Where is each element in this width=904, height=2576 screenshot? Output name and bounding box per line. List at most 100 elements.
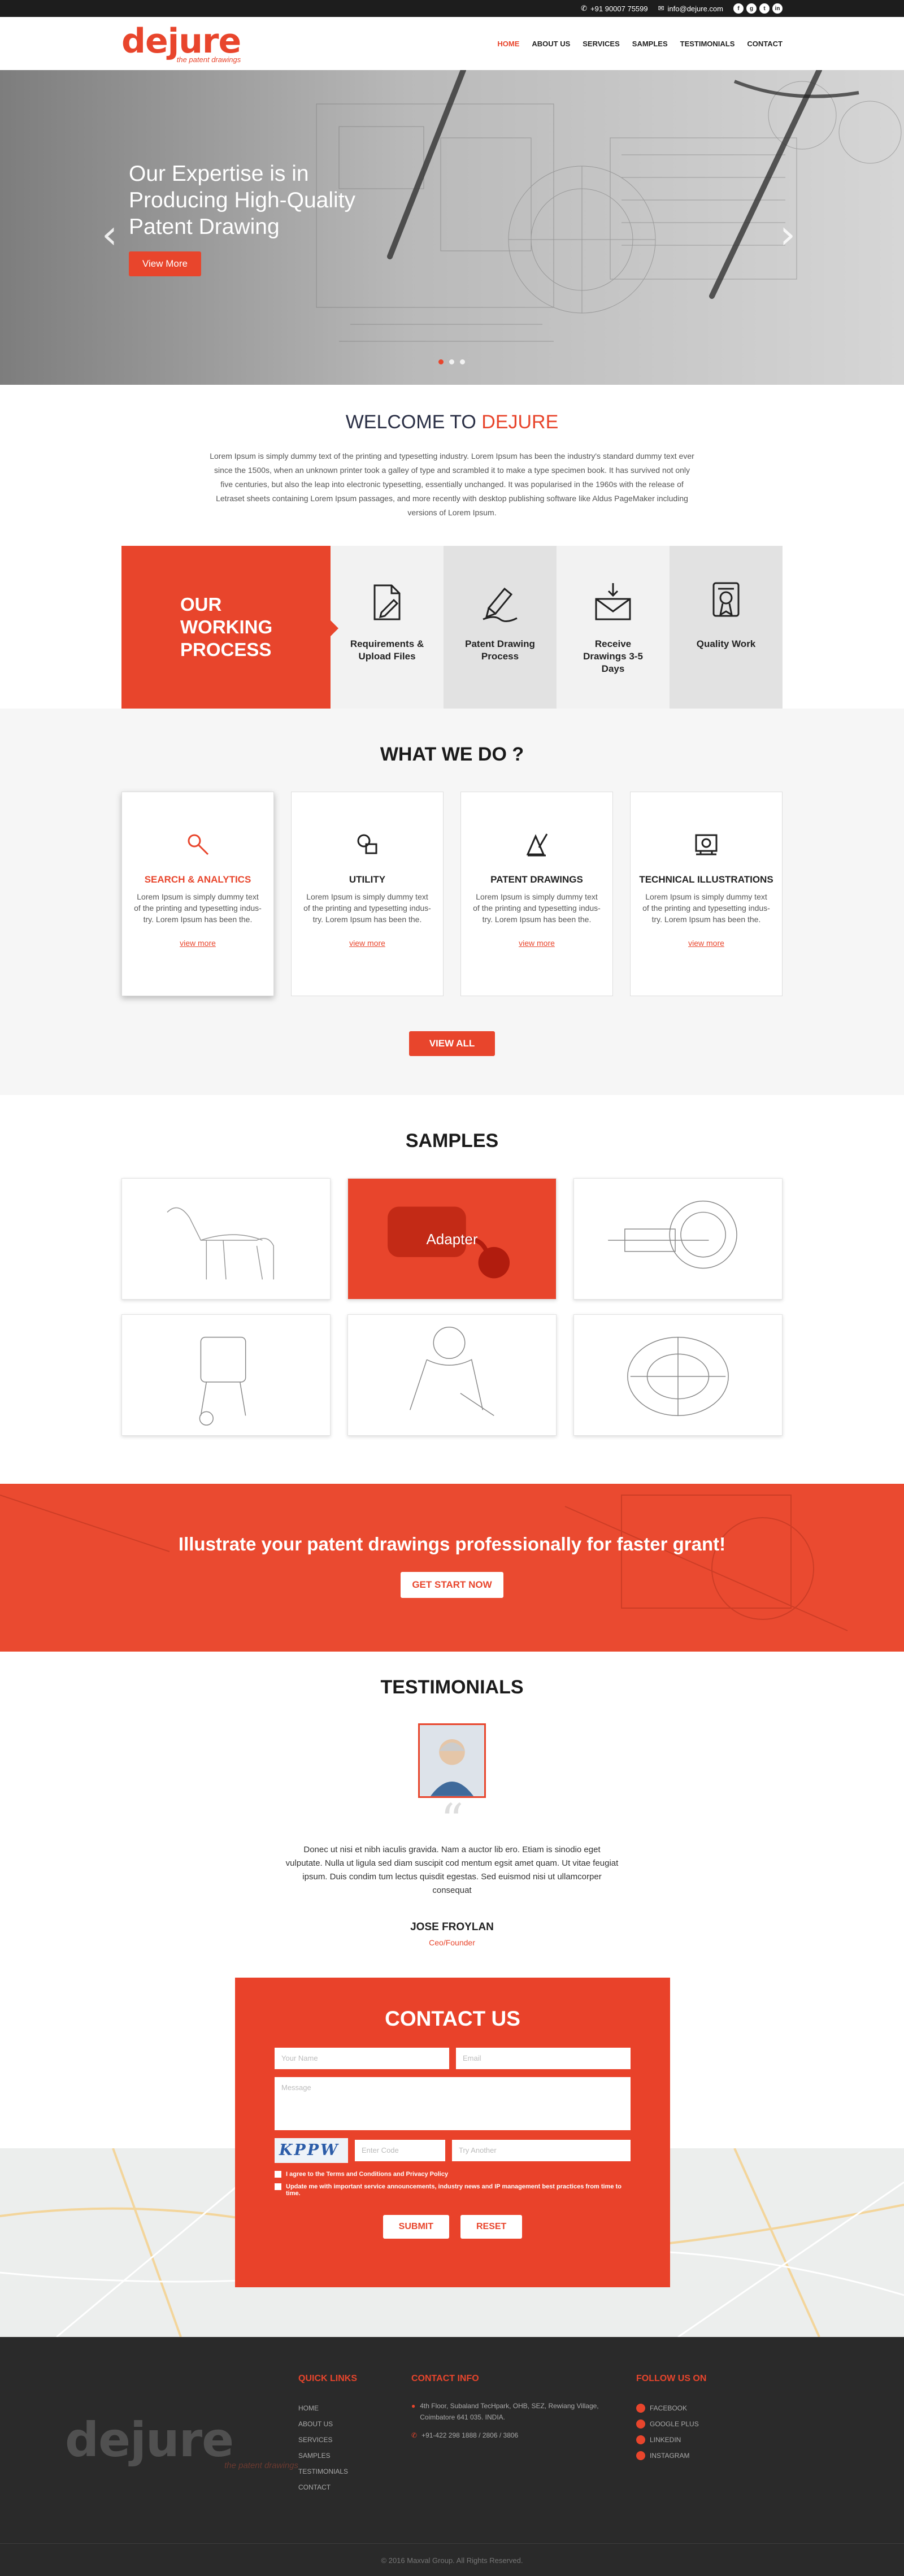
captcha-code-field[interactable]: Enter Code bbox=[355, 2140, 445, 2161]
nav-about[interactable]: ABOUT US bbox=[532, 40, 570, 48]
reset-button[interactable]: RESET bbox=[460, 2215, 523, 2239]
address-text: 4th Floor, Subaland TecHpark, OHB, SEZ, … bbox=[420, 2402, 599, 2421]
updates-label: Update me with important service announc… bbox=[286, 2183, 621, 2197]
try-another-field[interactable]: Try Another bbox=[452, 2140, 631, 2161]
testimonial-role: Ceo/Founder bbox=[429, 1938, 475, 1947]
nav-contact[interactable]: CONTACT bbox=[747, 40, 783, 48]
hero-slider: Our Expertise is in Producing High-Quali… bbox=[0, 70, 904, 385]
footer-link-testimonials[interactable]: TESTIMONIALS bbox=[298, 2464, 411, 2479]
checkbox-icon[interactable] bbox=[275, 2183, 281, 2190]
testimonial-text: Donec ut nisi et nibh iaculis gravida. N… bbox=[285, 1845, 619, 1895]
checkbox-icon[interactable] bbox=[275, 2171, 281, 2178]
linkedin-icon bbox=[636, 2435, 645, 2444]
footer-link-samples[interactable]: SAMPLES bbox=[298, 2448, 411, 2464]
facebook-icon[interactable]: f bbox=[733, 3, 744, 14]
sample-device-drawing[interactable] bbox=[121, 1314, 331, 1436]
process-step-upload: Requirements & Upload Files bbox=[331, 546, 444, 709]
machine-drawing bbox=[627, 1336, 729, 1417]
welcome-text: Lorem Ipsum is simply dummy text of the … bbox=[210, 451, 694, 517]
footer-logo-tagline: the patent drawings bbox=[224, 2461, 298, 2470]
submit-button[interactable]: SUBMIT bbox=[383, 2215, 449, 2239]
phone-icon: ✆ bbox=[581, 4, 588, 12]
message-field[interactable]: Message bbox=[275, 2077, 631, 2130]
view-more-link[interactable]: view more bbox=[688, 939, 724, 948]
slider-next-icon[interactable]: › bbox=[780, 211, 796, 258]
blueprint-icon bbox=[695, 834, 718, 855]
service-card[interactable]: SEARCH & ANALYTICS Lorem Ipsum is simply… bbox=[121, 792, 274, 996]
footer-phone: ✆ +91-422 298 1888 / 2806 / 3806 bbox=[411, 2427, 602, 2443]
footer-logo-wordmark: dejure bbox=[65, 2412, 234, 2468]
sample-gear-drawing[interactable] bbox=[573, 1178, 783, 1300]
footer-address: ● 4th Floor, Subaland TecHpark, OHB, SEZ… bbox=[411, 2400, 602, 2423]
email-info[interactable]: ✉ info@dejure.com bbox=[658, 4, 723, 13]
phone-text: +91-422 298 1888 / 2806 / 3806 bbox=[421, 2431, 519, 2439]
google-plus-icon[interactable]: g bbox=[746, 3, 757, 14]
sample-adapter-drawing[interactable]: Adapter bbox=[347, 1178, 557, 1300]
footer-link-contact[interactable]: CONTACT bbox=[298, 2479, 411, 2495]
testimonials-section: TESTIMONIALS “ Donec ut nisi et nibh iac… bbox=[0, 1652, 904, 1978]
footer-facebook[interactable]: FACEBOOK bbox=[636, 2400, 749, 2416]
document-edit-icon bbox=[373, 584, 401, 620]
footer-google-plus[interactable]: GOOGLE PLUS bbox=[636, 2416, 749, 2432]
contact-form: Your Name Email Message KPPW Enter Code … bbox=[275, 2048, 631, 2239]
nav-home[interactable]: HOME bbox=[497, 40, 519, 48]
service-card-title: SEARCH & ANALYTICS bbox=[144, 874, 251, 885]
footer-link-about[interactable]: ABOUT US bbox=[298, 2416, 411, 2432]
slider-dot-2[interactable] bbox=[449, 359, 454, 364]
sample-horse-drawing[interactable] bbox=[121, 1178, 331, 1300]
phone-info[interactable]: ✆ +91 90007 75599 bbox=[581, 4, 647, 13]
view-more-link[interactable]: view more bbox=[180, 939, 216, 948]
sample-machine-drawing[interactable] bbox=[573, 1314, 783, 1436]
get-start-now-button[interactable]: GET START NOW bbox=[401, 1572, 503, 1598]
view-all-button[interactable]: VIEW ALL bbox=[408, 1031, 496, 1056]
process-step-label: Requirements & Upload Files bbox=[350, 638, 424, 662]
phone-text: +91 90007 75599 bbox=[590, 4, 648, 13]
nav-samples[interactable]: SAMPLES bbox=[632, 40, 668, 48]
process-step-label: Quality Work bbox=[696, 638, 756, 649]
location-icon: ● bbox=[411, 2402, 416, 2410]
name-field[interactable]: Your Name bbox=[275, 2048, 449, 2069]
pen-drawing-icon bbox=[483, 587, 518, 622]
service-card-title: UTILITY bbox=[349, 874, 386, 885]
contact-section: CONTACT US Your Name Email Message KPPW … bbox=[0, 1978, 904, 2337]
service-card[interactable]: PATENT DRAWINGS Lorem Ipsum is simply du… bbox=[460, 792, 613, 996]
logo[interactable]: dejure the patent drawings bbox=[121, 24, 241, 63]
footer-contact-info: CONTACT INFO ● 4th Floor, Subaland TecHp… bbox=[411, 2371, 636, 2495]
updates-checkbox[interactable]: Update me with important service announc… bbox=[275, 2183, 631, 2197]
quick-links-title: QUICK LINKS bbox=[298, 2374, 357, 2383]
sample-welder-drawing[interactable] bbox=[347, 1314, 557, 1436]
footer-linkedin[interactable]: LINKEDIN bbox=[636, 2432, 749, 2448]
footer-logo[interactable]: dejure the patent drawings bbox=[65, 2371, 298, 2495]
nav-testimonials[interactable]: TESTIMONIALS bbox=[680, 40, 735, 48]
avatar bbox=[418, 1723, 486, 1798]
view-more-link[interactable]: view more bbox=[349, 939, 385, 948]
gear-assembly-drawing bbox=[608, 1200, 737, 1269]
samples-grid: Adapter bbox=[121, 1178, 783, 1436]
horse-skeleton-drawing bbox=[167, 1207, 274, 1280]
footer-link-home[interactable]: HOME bbox=[298, 2400, 411, 2416]
search-icon bbox=[188, 834, 209, 855]
mail-icon: ✉ bbox=[658, 4, 664, 12]
service-card[interactable]: UTILITY Lorem Ipsum is simply dummy text… bbox=[291, 792, 444, 996]
slider-prev-icon[interactable]: ‹ bbox=[102, 211, 118, 258]
footer-quick-links: QUICK LINKS HOME ABOUT US SERVICES SAMPL… bbox=[298, 2371, 411, 2495]
process-step-drawing: Patent Drawing Process bbox=[444, 546, 557, 709]
samples-section: SAMPLES Adapter bbox=[0, 1095, 904, 1484]
nav-services[interactable]: SERVICES bbox=[583, 40, 620, 48]
slider-dot-1[interactable] bbox=[438, 359, 444, 364]
terms-checkbox[interactable]: I agree to the Terms and Conditions and … bbox=[275, 2171, 631, 2178]
view-more-link[interactable]: view more bbox=[519, 939, 555, 948]
main-nav: HOME ABOUT US SERVICES SAMPLES TESTIMONI… bbox=[497, 40, 783, 48]
email-field[interactable]: Email bbox=[456, 2048, 631, 2069]
twitter-icon[interactable]: t bbox=[759, 3, 770, 14]
footer-instagram[interactable]: INSTAGRAM bbox=[636, 2448, 749, 2464]
process-step-label: Receive Drawings 3-5 Days bbox=[583, 638, 643, 674]
view-more-button[interactable]: View More bbox=[129, 251, 201, 276]
logo-wordmark: dejure bbox=[121, 21, 241, 61]
google-plus-label: GOOGLE PLUS bbox=[650, 2420, 699, 2428]
service-card-title: TECHNICAL ILLUSTRATIONS bbox=[639, 874, 773, 885]
slider-dot-3[interactable] bbox=[460, 359, 465, 364]
service-card[interactable]: TECHNICAL ILLUSTRATIONS Lorem Ipsum is s… bbox=[630, 792, 783, 996]
footer-link-services[interactable]: SERVICES bbox=[298, 2432, 411, 2448]
linkedin-icon[interactable]: in bbox=[772, 3, 783, 14]
